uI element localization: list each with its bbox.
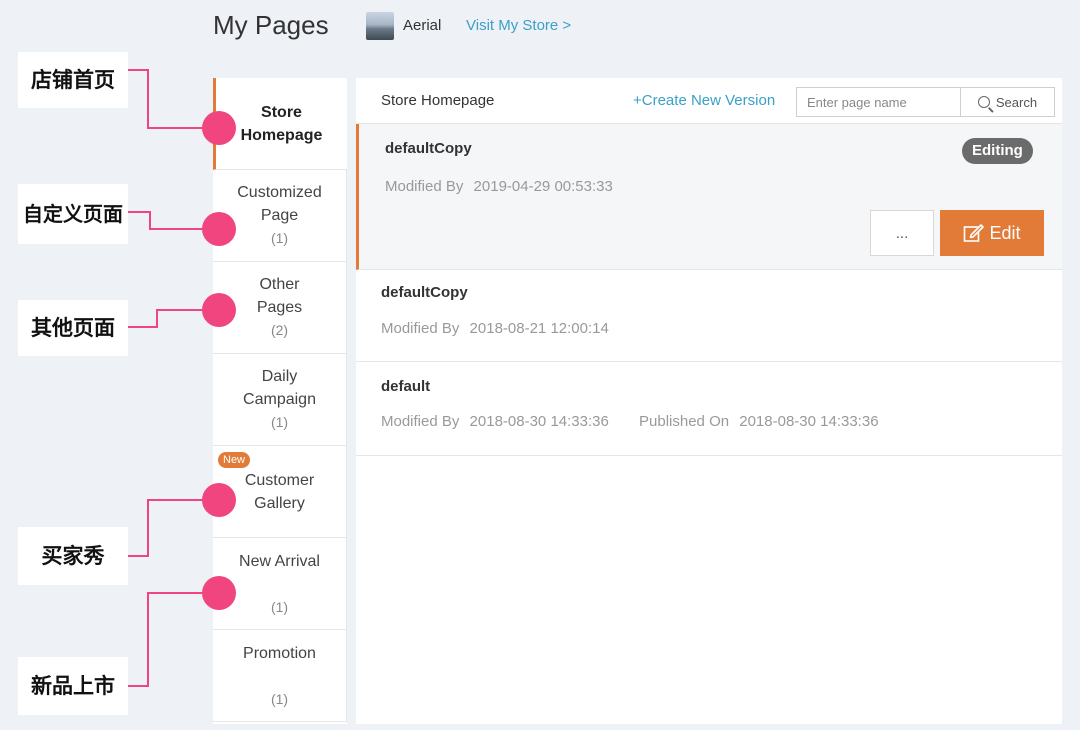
annotation-dot [202,293,236,327]
annotation-dot [202,111,236,145]
annotation-line [128,69,205,129]
annotation-line [128,499,205,557]
annotation-label-customer-gallery: 买家秀 [18,527,128,585]
annotation-dot [202,483,236,517]
annotation-dot [202,212,236,246]
annotation-label-new-arrival: 新品上市 [18,657,128,715]
annotation-line [128,211,205,230]
annotation-label-customized-page: 自定义页面 [18,184,128,244]
annotation-line [128,309,205,328]
annotation-line [128,592,205,687]
annotation-dot [202,576,236,610]
annotation-label-store-homepage: 店铺首页 [18,52,128,108]
annotation-lines [128,69,205,687]
annotation-label-other-pages: 其他页面 [18,300,128,356]
